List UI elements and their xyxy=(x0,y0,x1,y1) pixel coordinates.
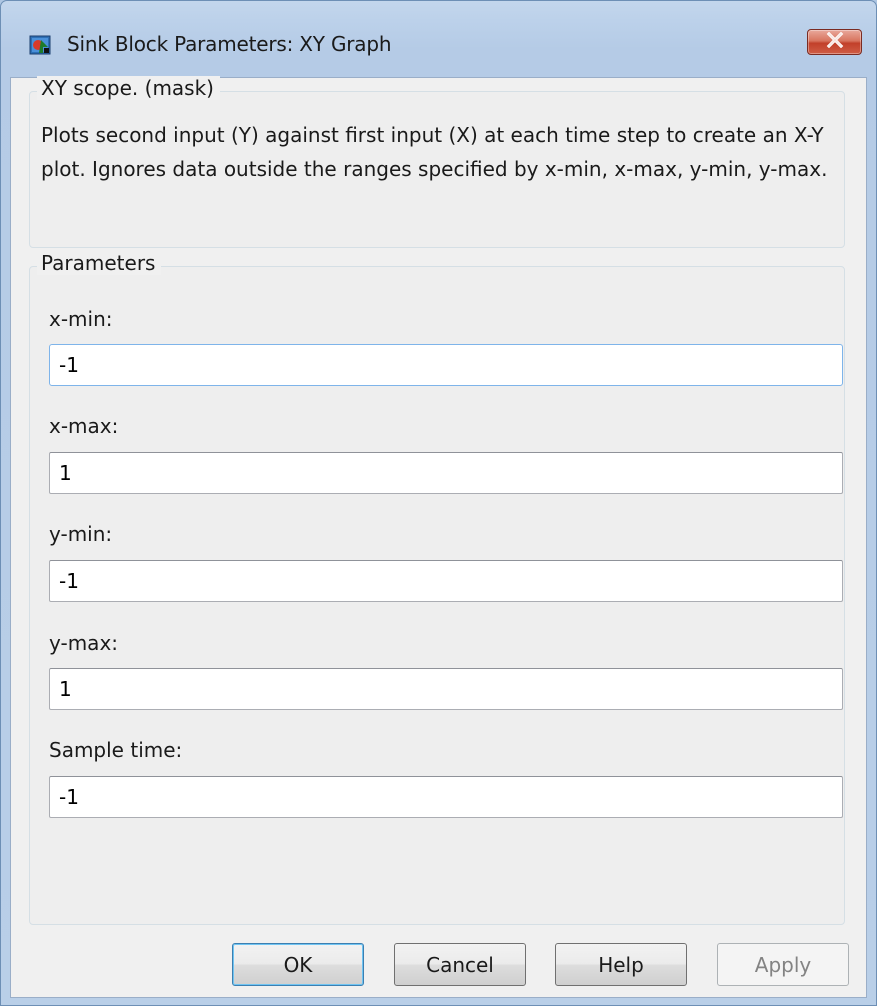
parameters-legend: Parameters xyxy=(37,251,162,275)
window-title: Sink Block Parameters: XY Graph xyxy=(67,32,392,56)
cancel-button[interactable]: Cancel xyxy=(394,943,526,986)
close-icon xyxy=(826,31,844,52)
y-min-label: y-min: xyxy=(49,522,113,546)
y-min-input[interactable] xyxy=(49,560,843,602)
close-button[interactable] xyxy=(807,29,862,55)
mask-description-group: XY scope. (mask) Plots second input (Y) … xyxy=(29,76,845,248)
mask-title: XY scope. (mask) xyxy=(37,76,220,100)
sample-time-input[interactable] xyxy=(49,776,843,818)
title-bar[interactable]: Sink Block Parameters: XY Graph xyxy=(1,1,876,77)
ok-button[interactable]: OK xyxy=(232,943,364,986)
simulink-block-icon xyxy=(29,34,51,56)
dialog-client-area: XY scope. (mask) Plots second input (Y) … xyxy=(10,76,867,998)
help-button[interactable]: Help xyxy=(555,943,687,986)
x-min-label: x-min: xyxy=(49,307,113,331)
y-max-input[interactable] xyxy=(49,668,843,710)
x-max-label: x-max: xyxy=(49,414,119,438)
mask-description: Plots second input (Y) against first inp… xyxy=(41,123,828,181)
x-max-input[interactable] xyxy=(49,452,843,494)
dialog-window: Sink Block Parameters: XY Graph XY scope… xyxy=(0,0,877,1006)
x-min-input[interactable] xyxy=(49,344,843,386)
apply-button[interactable]: Apply xyxy=(717,943,849,986)
sample-time-label: Sample time: xyxy=(49,738,183,762)
y-max-label: y-max: xyxy=(49,631,119,655)
